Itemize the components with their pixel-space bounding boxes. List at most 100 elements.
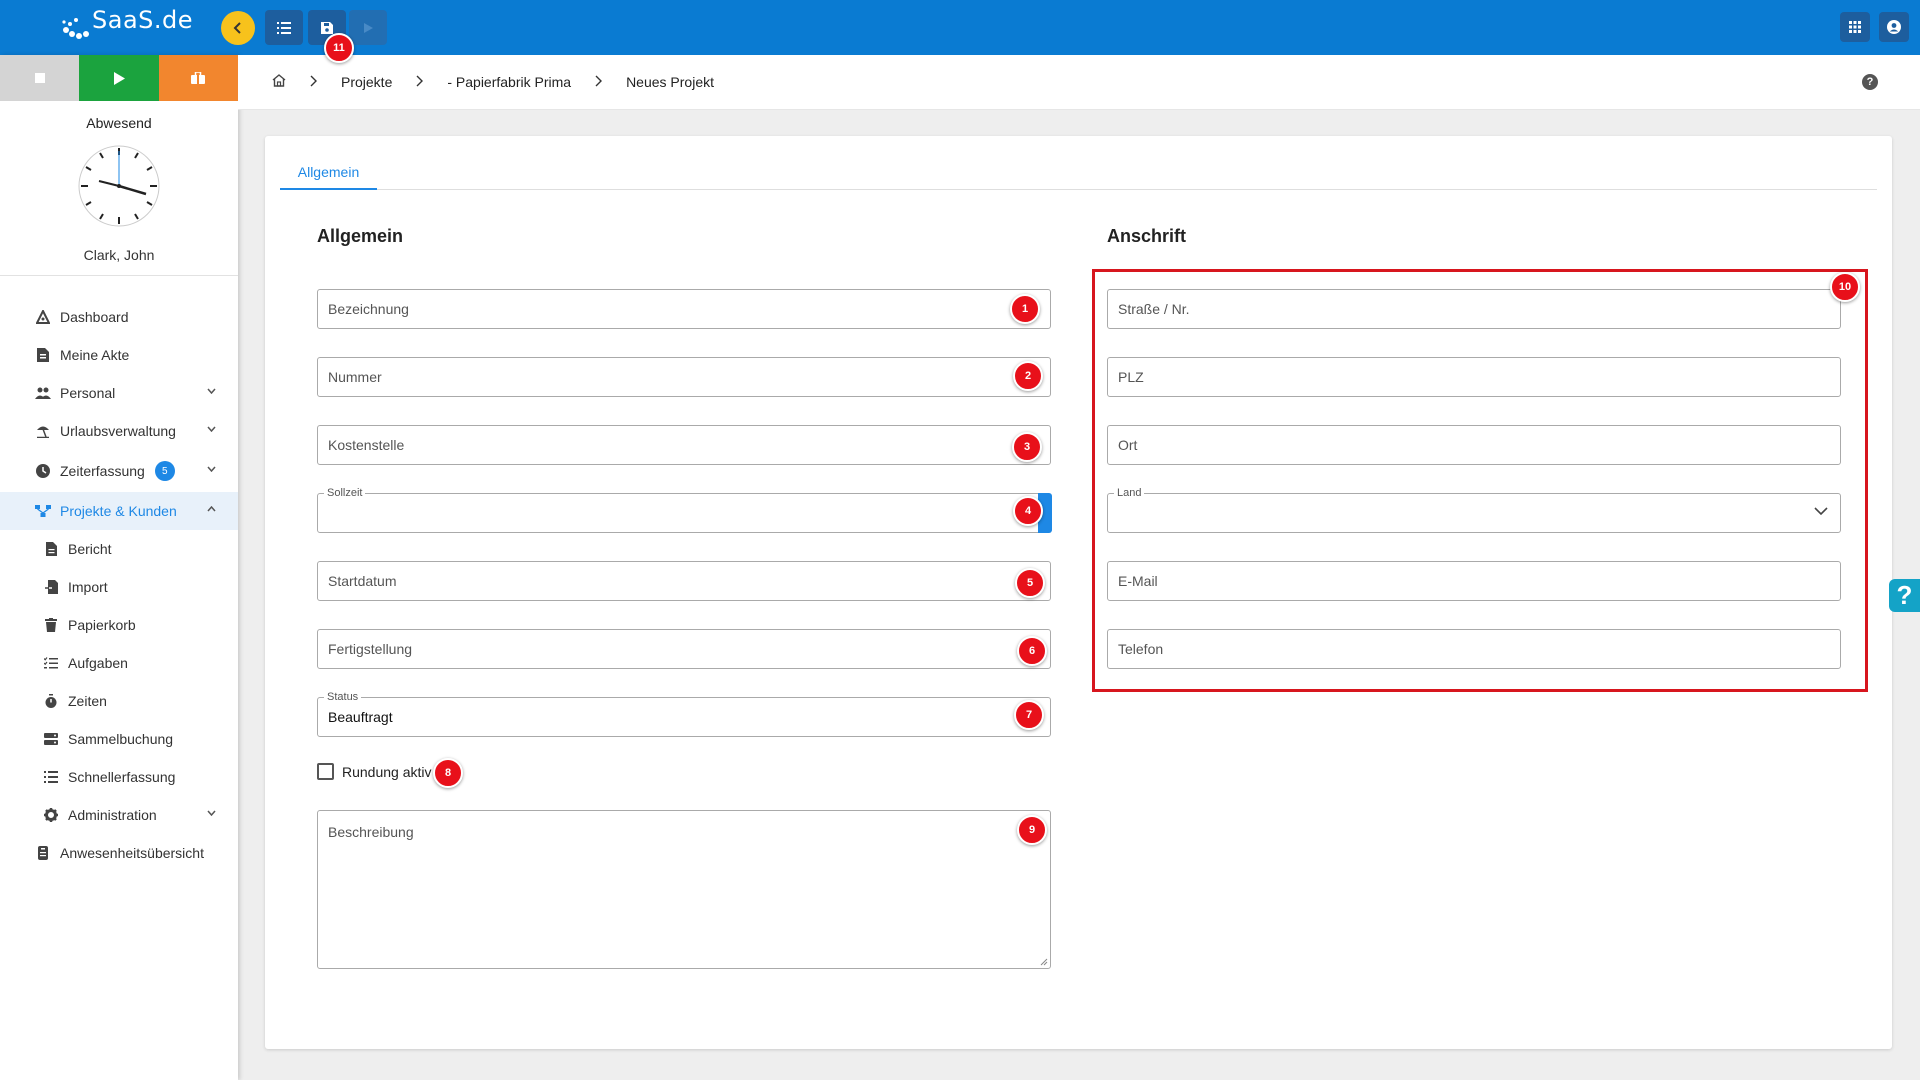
sidebar-item-label: Administration (68, 807, 157, 823)
chevron-right-icon (595, 74, 603, 90)
sollzeit-field[interactable]: Sollzeit (317, 487, 1052, 533)
sidebar-item-urlaubsverwaltung[interactable]: Urlaubsverwaltung (0, 412, 238, 450)
run-button[interactable] (349, 10, 387, 45)
back-button[interactable] (221, 11, 255, 45)
sidebar-item-meine-akte[interactable]: Meine Akte (0, 336, 238, 374)
chevron-right-icon (416, 74, 424, 90)
sidebar-item-label: Bericht (68, 541, 112, 557)
chevron-right-icon (310, 74, 317, 90)
play-icon (113, 71, 125, 85)
sidebar-item-papierkorb[interactable]: Papierkorb (0, 606, 238, 644)
sidebar-item-sammelbuchung[interactable]: Sammelbuchung (0, 720, 238, 758)
people-icon (35, 385, 51, 401)
sidebar-divider (0, 275, 238, 276)
badge-icon (35, 845, 51, 861)
chevron-down-icon (207, 424, 216, 435)
startdatum-field[interactable]: Startdatum (317, 561, 1051, 601)
annotation-badge-7: 7 (1014, 700, 1044, 730)
sidebar-item-zeiterfassung[interactable]: Zeiterfassung 5 (0, 450, 238, 492)
breadcrumb-item-projekte[interactable]: Projekte (341, 74, 392, 90)
sidebar-item-import[interactable]: Import (0, 568, 238, 606)
account-button[interactable] (1879, 12, 1909, 42)
sidebar-item-dashboard[interactable]: Dashboard (0, 298, 238, 336)
sidebar-item-label: Papierkorb (68, 617, 136, 633)
trash-icon (43, 617, 59, 633)
break-button[interactable] (158, 55, 238, 101)
address-highlight-box (1092, 269, 1868, 692)
kostenstelle-field[interactable]: Kostenstelle (317, 425, 1051, 465)
field-placeholder: Fertigstellung (328, 641, 413, 657)
annotation-badge-9: 9 (1017, 815, 1047, 845)
home-icon[interactable] (272, 74, 286, 90)
sidebar-item-bericht[interactable]: Bericht (0, 530, 238, 568)
sidebar-item-projekte-kunden[interactable]: Projekte & Kunden (0, 492, 238, 530)
sidebar-item-label: Zeiterfassung (60, 463, 145, 479)
breadcrumb-item-customer[interactable]: - Papierfabrik Prima (447, 74, 571, 90)
sidebar-item-personal[interactable]: Personal (0, 374, 238, 412)
status-field[interactable]: Status Beauftragt (317, 691, 1051, 737)
chevron-up-icon (207, 504, 216, 515)
hierarchy-icon (35, 503, 51, 519)
checkbox-label: Rundung aktiv (342, 763, 432, 780)
tab-allgemein[interactable]: Allgemein (280, 156, 377, 190)
quicklist-icon (43, 769, 59, 785)
nummer-field[interactable]: Nummer (317, 357, 1051, 397)
bezeichnung-field[interactable]: Bezeichnung (317, 289, 1051, 329)
breadcrumb-item-current: Neues Projekt (626, 74, 714, 90)
sidebar-nav: Dashboard Meine Akte Personal Urlaubsver… (0, 298, 238, 872)
sidebar-item-label: Meine Akte (60, 347, 130, 363)
fertigstellung-field[interactable]: Fertigstellung (317, 629, 1051, 669)
sidebar-item-label: Sammelbuchung (68, 731, 174, 747)
resize-handle-icon[interactable] (1040, 958, 1048, 966)
annotation-badge-5: 5 (1015, 568, 1045, 598)
dashboard-icon (35, 309, 51, 325)
report-icon (43, 541, 59, 557)
sidebar-item-anwesenheitsuebersicht[interactable]: Anwesenheitsübersicht (0, 834, 238, 872)
floating-help-button[interactable]: ? (1889, 579, 1920, 612)
sidebar-item-label: Dashboard (60, 309, 129, 325)
stack-icon (43, 731, 59, 747)
annotation-badge-8: 8 (433, 758, 463, 788)
sidebar-item-administration[interactable]: Administration (0, 796, 238, 834)
sidebar-item-aufgaben[interactable]: Aufgaben (0, 644, 238, 682)
rundung-checkbox[interactable] (317, 763, 334, 780)
sidebar-item-label: Schnellerfassung (68, 769, 176, 785)
field-label: Sollzeit (324, 487, 366, 499)
account-circle-icon (1887, 20, 1901, 34)
count-badge: 5 (154, 461, 175, 481)
chevron-left-icon (233, 22, 241, 34)
sidebar-item-label: Urlaubsverwaltung (60, 423, 176, 439)
annotation-badge-1: 1 (1010, 294, 1040, 324)
user-name: Clark, John (83, 247, 155, 263)
field-value: Beauftragt (328, 709, 393, 725)
annotation-badge-10: 10 (1830, 272, 1860, 302)
tasklist-icon (43, 655, 59, 671)
app-logo[interactable]: SaaS.de (60, 4, 194, 50)
logo-cloud-icon (62, 18, 89, 39)
section-title-address: Anschrift (1107, 226, 1187, 246)
rundung-checkbox-row[interactable]: Rundung aktiv (317, 763, 432, 780)
grid-icon (1849, 21, 1861, 33)
field-placeholder: Beschreibung (328, 824, 414, 840)
help-question-icon: ? (1896, 580, 1913, 610)
logo-text: SaaS.de (92, 6, 194, 34)
chevron-down-icon (207, 386, 216, 397)
play-icon (364, 22, 373, 33)
list-button[interactable] (265, 10, 303, 45)
clock-icon (35, 463, 51, 479)
start-button[interactable] (79, 55, 159, 101)
apps-button[interactable] (1840, 12, 1870, 42)
sidebar-item-schnellerfassung[interactable]: Schnellerfassung (0, 758, 238, 796)
annotation-badge-6: 6 (1017, 636, 1047, 666)
time-tracking-buttons (0, 55, 238, 101)
stop-button[interactable] (0, 55, 80, 101)
help-circle-icon[interactable]: ? (1862, 74, 1878, 90)
list-icon (277, 21, 291, 34)
tab-bar: Allgemein (280, 156, 1877, 190)
sidebar-item-label: Import (68, 579, 108, 595)
annotation-badge-11: 11 (324, 33, 354, 63)
beschreibung-textarea[interactable]: Beschreibung (317, 810, 1051, 969)
sidebar-item-zeiten[interactable]: Zeiten (0, 682, 238, 720)
clock-icon (78, 145, 160, 227)
presence-status: Abwesend (86, 115, 152, 131)
